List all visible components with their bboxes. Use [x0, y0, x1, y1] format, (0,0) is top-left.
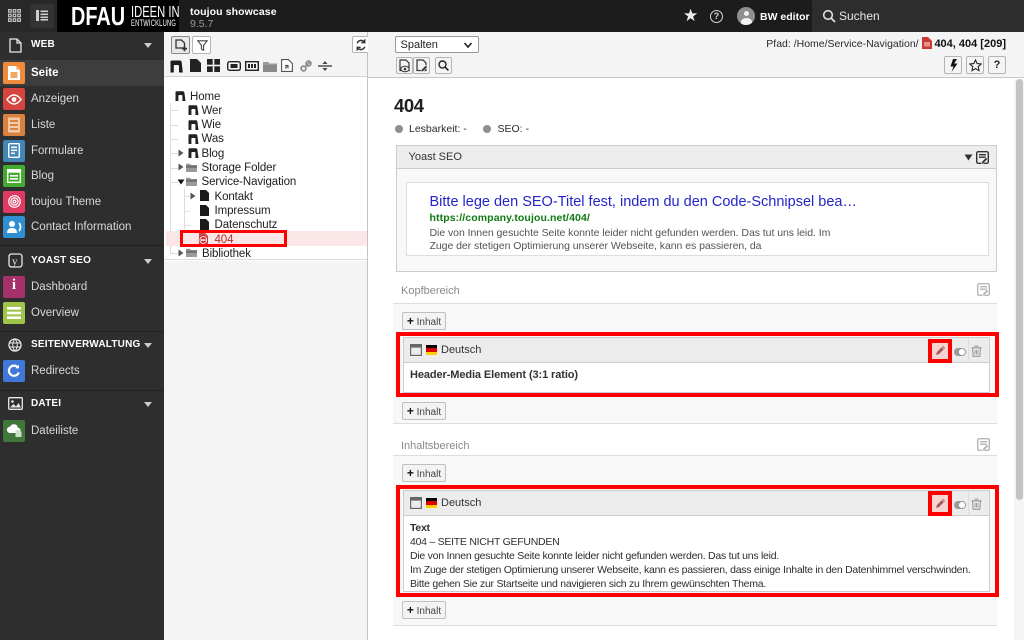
svg-text:y: y: [12, 256, 18, 268]
